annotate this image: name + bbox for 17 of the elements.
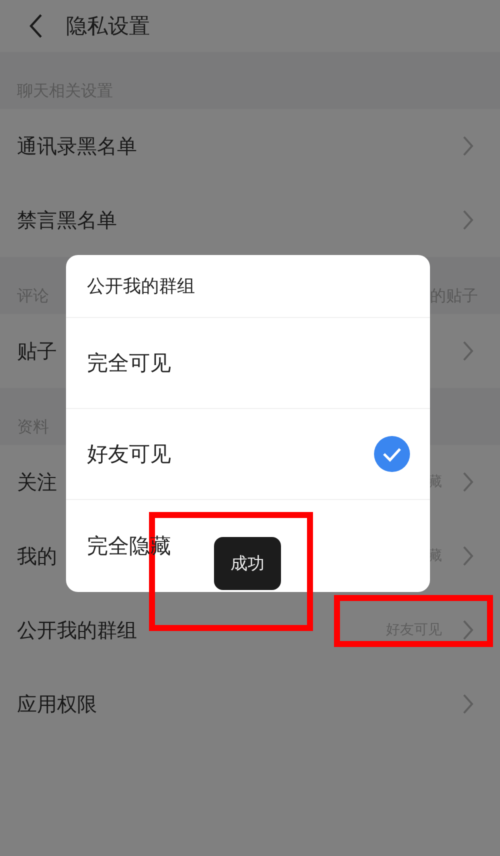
option-item[interactable]: 好友可见 xyxy=(87,440,171,468)
setting-label[interactable]: 禁言黑名单 xyxy=(17,206,462,234)
chevron-icon xyxy=(462,619,474,641)
chevron-icon xyxy=(462,340,474,362)
chevron-icon xyxy=(462,693,474,715)
toast: 成功 xyxy=(214,537,281,590)
back-icon[interactable] xyxy=(28,13,44,39)
chevron-icon xyxy=(462,545,474,567)
setting-label[interactable]: 应用权限 xyxy=(17,690,462,718)
option-item[interactable]: 完全可见 xyxy=(87,349,171,377)
chevron-icon xyxy=(462,209,474,231)
chevron-icon xyxy=(462,135,474,157)
chevron-icon xyxy=(462,471,474,493)
setting-label[interactable]: 通讯录黑名单 xyxy=(17,132,462,160)
dialog-title: 公开我的群组 xyxy=(66,255,430,318)
setting-label[interactable]: 公开我的群组 xyxy=(17,616,386,644)
page-title: 隐私设置 xyxy=(66,13,150,40)
